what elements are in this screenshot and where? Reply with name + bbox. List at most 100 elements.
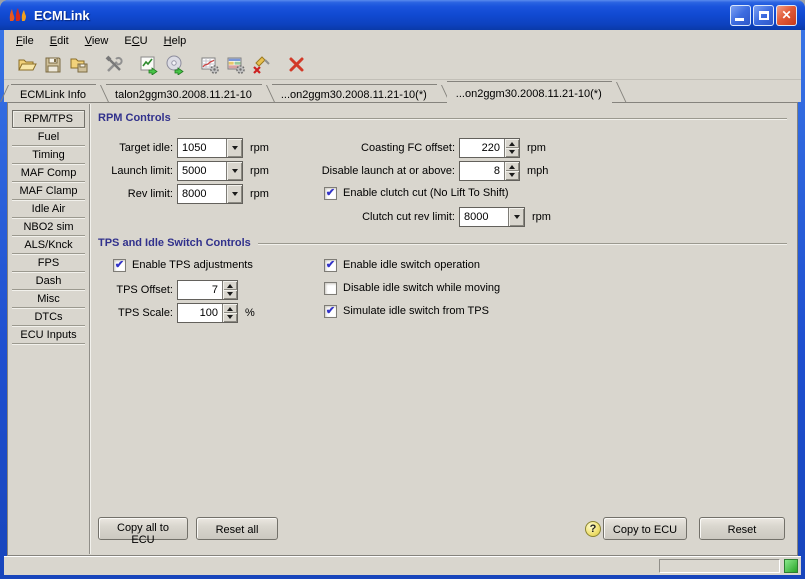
arrow-down-icon bbox=[227, 315, 233, 322]
copy-to-ecu-button[interactable]: Copy to ECU bbox=[603, 517, 687, 540]
enable-tps-checkbox[interactable]: ✔ bbox=[113, 259, 126, 272]
tps-scale-label: TPS Scale: bbox=[90, 307, 173, 319]
tps-offset-label: TPS Offset: bbox=[90, 284, 173, 296]
save-floppy-icon bbox=[43, 55, 63, 75]
save-folder-icon bbox=[69, 55, 89, 75]
spin-up-button[interactable] bbox=[505, 139, 519, 148]
simulate-idle-switch-checkbox[interactable]: ✔ bbox=[324, 305, 337, 318]
rev-limit-combo[interactable]: 8000 bbox=[177, 184, 243, 204]
sidebar-item-maf-clamp[interactable]: MAF Clamp bbox=[12, 182, 85, 200]
coasting-fc-offset-label: Coasting FC offset: bbox=[225, 142, 455, 154]
menu-file[interactable]: File bbox=[8, 32, 42, 50]
launch-limit-value[interactable]: 5000 bbox=[178, 162, 226, 180]
sidebar-item-rpm-tps[interactable]: RPM/TPS bbox=[12, 110, 85, 128]
reset-button[interactable]: Reset bbox=[699, 517, 785, 540]
menu-ecu[interactable]: ECU bbox=[116, 32, 155, 50]
tab-strip: ECMLink Info talon2ggm30.2008.11.21-10 .… bbox=[4, 80, 801, 102]
toolbar-save-button[interactable] bbox=[40, 53, 66, 77]
rev-limit-dropdown-button[interactable] bbox=[226, 185, 242, 203]
toolbar-cleanup-button[interactable] bbox=[249, 53, 275, 77]
clutch-cut-rev-limit-row: Clutch cut rev limit: 8000 rpm bbox=[225, 206, 551, 227]
tab-file-1[interactable]: talon2ggm30.2008.11.21-10 bbox=[106, 84, 262, 102]
table-settings-icon bbox=[200, 55, 220, 75]
sidebar-item-ecu-inputs[interactable]: ECU Inputs bbox=[12, 326, 85, 344]
menu-help[interactable]: Help bbox=[156, 32, 195, 50]
disable-launch-label: Disable launch at or above: bbox=[225, 165, 455, 177]
clutch-cut-rev-limit-combo[interactable]: 8000 bbox=[459, 207, 525, 227]
disable-idle-switch-moving-checkbox[interactable] bbox=[324, 282, 337, 295]
sidebar-item-dash[interactable]: Dash bbox=[12, 272, 85, 290]
enable-clutch-cut-checkbox[interactable]: ✔ bbox=[324, 187, 337, 200]
spin-up-button[interactable] bbox=[223, 304, 237, 313]
tps-offset-value[interactable]: 7 bbox=[178, 281, 222, 299]
launch-limit-label: Launch limit: bbox=[90, 165, 173, 177]
sidebar-item-fps[interactable]: FPS bbox=[12, 254, 85, 272]
tps-scale-value[interactable]: 100 bbox=[178, 304, 222, 322]
clutch-cut-rev-limit-label: Clutch cut rev limit: bbox=[225, 211, 455, 223]
minimize-button[interactable] bbox=[730, 5, 751, 26]
spin-up-button[interactable] bbox=[505, 162, 519, 171]
tps-controls-title: TPS and Idle Switch Controls bbox=[98, 237, 251, 249]
chevron-down-icon bbox=[232, 192, 238, 199]
sidebar-item-maf-comp[interactable]: MAF Comp bbox=[12, 164, 85, 182]
toolbar-write-disc-button[interactable] bbox=[162, 53, 188, 77]
disable-launch-value[interactable]: 8 bbox=[460, 162, 504, 180]
status-field bbox=[659, 559, 780, 573]
enable-idle-switch-label: Enable idle switch operation bbox=[343, 259, 480, 271]
spin-down-button[interactable] bbox=[223, 313, 237, 322]
clutch-cut-rev-limit-dropdown-button[interactable] bbox=[508, 208, 524, 226]
maximize-icon bbox=[759, 11, 769, 20]
arrow-up-icon bbox=[509, 162, 515, 169]
chevron-down-icon bbox=[514, 215, 520, 222]
toolbar-tools-button[interactable] bbox=[101, 53, 127, 77]
enable-idle-switch-checkbox[interactable]: ✔ bbox=[324, 259, 337, 272]
clutch-cut-rev-limit-value[interactable]: 8000 bbox=[460, 208, 508, 226]
tab-ecmlink-info[interactable]: ECMLink Info bbox=[11, 84, 96, 102]
simulate-idle-switch-row: ✔ Simulate idle switch from TPS bbox=[324, 303, 489, 319]
target-idle-label: Target idle: bbox=[90, 142, 173, 154]
export-chart-icon bbox=[139, 55, 159, 75]
arrow-up-icon bbox=[509, 139, 515, 146]
spin-down-button[interactable] bbox=[505, 148, 519, 157]
reset-all-button[interactable]: Reset all bbox=[196, 517, 278, 540]
coasting-fc-offset-value[interactable]: 220 bbox=[460, 139, 504, 157]
spin-down-button[interactable] bbox=[505, 171, 519, 180]
toolbar-open-button[interactable] bbox=[14, 53, 40, 77]
toolbar-table-settings-button[interactable] bbox=[197, 53, 223, 77]
ecmlink-window: ECMLink ✕ File Edit View ECU Help bbox=[0, 0, 805, 579]
menu-view[interactable]: View bbox=[77, 32, 117, 50]
close-button[interactable]: ✕ bbox=[776, 5, 797, 26]
help-icon[interactable]: ? bbox=[585, 521, 601, 537]
tab-file-3-active[interactable]: ...on2ggm30.2008.11.21-10(*) bbox=[447, 81, 612, 102]
tps-scale-spinner[interactable]: 100 bbox=[177, 303, 238, 323]
toolbar-export-chart-button[interactable] bbox=[136, 53, 162, 77]
menu-edit[interactable]: Edit bbox=[42, 32, 77, 50]
disable-launch-spinner[interactable]: 8 bbox=[459, 161, 520, 181]
sidebar-item-idle-air[interactable]: Idle Air bbox=[12, 200, 85, 218]
sidebar-item-misc[interactable]: Misc bbox=[12, 290, 85, 308]
coasting-fc-offset-spinner[interactable]: 220 bbox=[459, 138, 520, 158]
group-divider-line bbox=[258, 243, 787, 245]
sidebar-item-als-knck[interactable]: ALS/Knck bbox=[12, 236, 85, 254]
disable-launch-row: Disable launch at or above: 8 mph bbox=[225, 160, 548, 181]
sidebar-item-dtcs[interactable]: DTCs bbox=[12, 308, 85, 326]
rev-limit-value[interactable]: 8000 bbox=[178, 185, 226, 203]
tps-offset-spinner[interactable]: 7 bbox=[177, 280, 238, 300]
toolbar-delete-button[interactable] bbox=[284, 53, 310, 77]
tab-file-2[interactable]: ...on2ggm30.2008.11.21-10(*) bbox=[272, 84, 437, 102]
spin-up-button[interactable] bbox=[223, 281, 237, 290]
enable-tps-row: ✔ Enable TPS adjustments bbox=[113, 257, 253, 273]
sidebar-item-fuel[interactable]: Fuel bbox=[12, 128, 85, 146]
maximize-button[interactable] bbox=[753, 5, 774, 26]
spin-down-button[interactable] bbox=[223, 290, 237, 299]
spinner-buttons bbox=[222, 281, 237, 299]
tps-controls-group-header: TPS and Idle Switch Controls bbox=[98, 237, 787, 249]
disable-idle-switch-moving-label: Disable idle switch while moving bbox=[343, 282, 500, 294]
copy-all-to-ecu-button[interactable]: Copy all to ECU bbox=[98, 517, 188, 540]
sidebar-item-nbo2-sim[interactable]: NBO2 sim bbox=[12, 218, 85, 236]
toolbar-save-folder-button[interactable] bbox=[66, 53, 92, 77]
target-idle-value[interactable]: 1050 bbox=[178, 139, 226, 157]
toolbar-chart-settings-button[interactable] bbox=[223, 53, 249, 77]
write-disc-icon bbox=[165, 55, 185, 75]
sidebar-item-timing[interactable]: Timing bbox=[12, 146, 85, 164]
